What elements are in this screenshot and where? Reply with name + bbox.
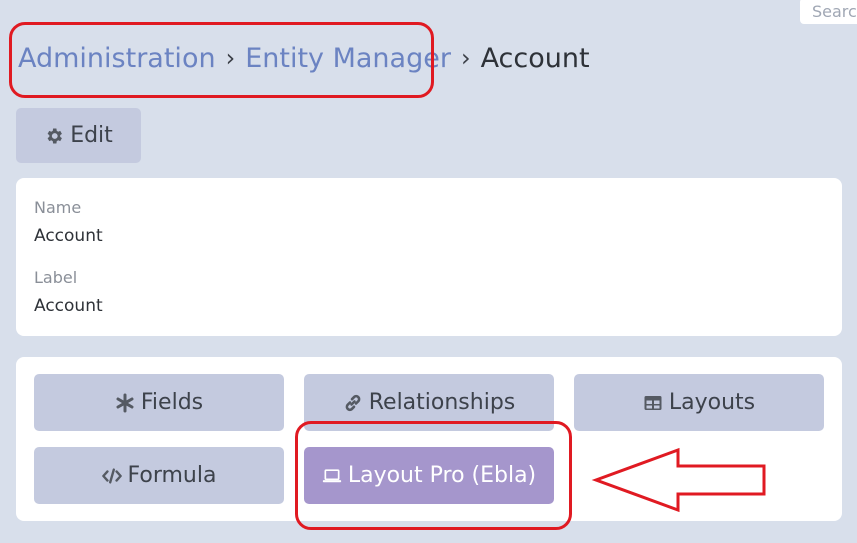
label-field-label: Label [34,268,78,287]
page-title: Account [480,42,590,74]
name-field-label: Name [34,198,82,217]
laptop-icon [322,466,342,486]
gear-icon [44,126,64,146]
breadcrumb-separator: › [460,44,471,72]
search-input[interactable]: Searc [800,0,857,24]
layouts-button-label: Layouts [668,390,756,415]
name-field-value: Account [34,226,103,246]
breadcrumb-entity-manager-link[interactable]: Entity Manager [245,43,451,74]
code-icon [101,466,122,486]
breadcrumb-separator: › [225,44,236,72]
link-icon [343,393,363,413]
formula-button-label: Formula [127,463,217,488]
label-field-value: Account [34,296,103,316]
breadcrumb-administration-link[interactable]: Administration [18,43,216,74]
entity-details-panel: Name Account Label Account [16,178,842,336]
entity-actions-panel: Fields Relationships Layouts Formula Lay… [16,357,842,521]
layout-pro-button-label: Layout Pro (Ebla) [347,463,537,488]
breadcrumb: Administration › Entity Manager › Accoun… [18,38,590,78]
relationships-button-label: Relationships [368,390,516,415]
search-placeholder: Searc [812,1,857,21]
edit-button[interactable]: Edit [16,108,141,163]
layouts-button[interactable]: Layouts [574,374,824,431]
fields-button-label: Fields [140,390,204,415]
asterisk-icon [115,393,135,413]
fields-button[interactable]: Fields [34,374,284,431]
formula-button[interactable]: Formula [34,447,284,504]
edit-button-label: Edit [70,123,113,148]
layout-pro-button[interactable]: Layout Pro (Ebla) [304,447,554,504]
table-icon [643,393,663,413]
relationships-button[interactable]: Relationships [304,374,554,431]
